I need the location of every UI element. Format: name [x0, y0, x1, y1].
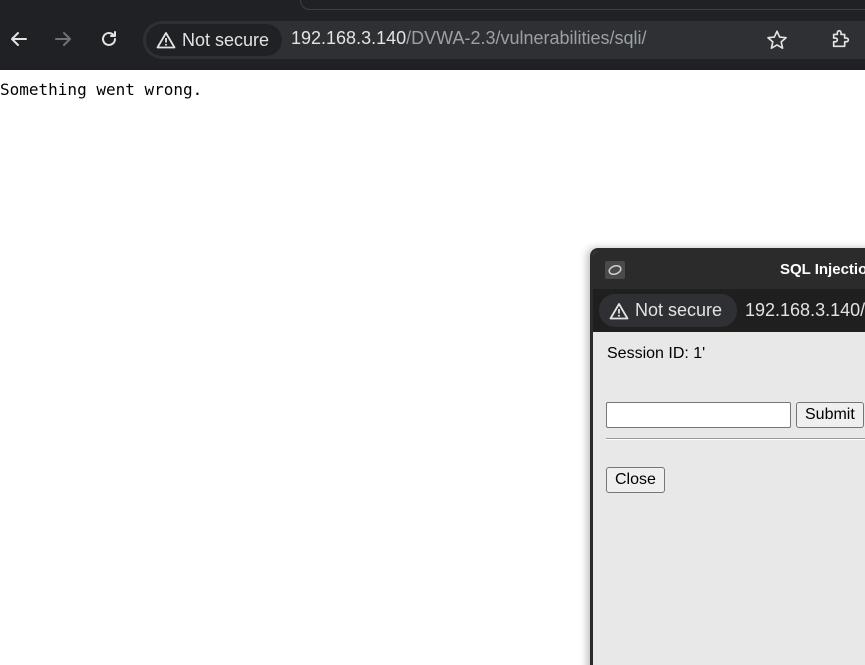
warning-icon	[609, 302, 629, 319]
extensions-button[interactable]	[826, 24, 856, 54]
tab-strip-edge	[300, 0, 865, 10]
popup-security-label: Not secure	[635, 300, 723, 320]
popup-security-chip[interactable]: Not secure	[599, 294, 737, 327]
extensions-icon	[832, 29, 850, 48]
star-icon	[767, 30, 787, 49]
browser-toolbar: Not secure 192.168.3.140/DVWA-2.3/vulner…	[0, 0, 865, 70]
security-chip[interactable]: Not secure	[146, 24, 282, 56]
url-text[interactable]: 192.168.3.140/DVWA-2.3/vulnerabilities/s…	[291, 28, 647, 49]
security-label: Not secure	[182, 29, 270, 50]
url-path: /DVWA-2.3/vulnerabilities/sqli/	[406, 28, 647, 48]
warning-icon	[156, 32, 176, 49]
submit-button[interactable]: Submit	[796, 402, 864, 428]
close-button[interactable]: Close	[606, 467, 665, 493]
forward-arrow-icon	[55, 32, 71, 46]
session-id-input[interactable]	[606, 402, 791, 428]
session-id-text: Session ID: 1'	[607, 345, 706, 362]
popup-window: SQL Injectio Not secure 192.168.3.140/ S…	[590, 248, 865, 665]
popup-address-bar: Not secure 192.168.3.140/	[593, 289, 865, 332]
browser-logo-icon	[605, 261, 625, 279]
popup-titlebar[interactable]: SQL Injectio	[593, 251, 865, 289]
error-message: Something went wrong.	[0, 80, 203, 99]
popup-title: SQL Injectio	[780, 261, 865, 278]
back-arrow-icon	[11, 32, 27, 46]
bookmark-button[interactable]	[763, 26, 791, 54]
popup-content: Session ID: 1' Submit Close	[593, 332, 865, 665]
popup-url: 192.168.3.140/	[745, 300, 865, 320]
back-button[interactable]	[4, 24, 34, 54]
reload-icon	[102, 31, 116, 46]
url-host: 192.168.3.140	[291, 28, 407, 48]
forward-button[interactable]	[48, 24, 78, 54]
reload-button[interactable]	[94, 24, 124, 54]
divider	[606, 438, 865, 440]
